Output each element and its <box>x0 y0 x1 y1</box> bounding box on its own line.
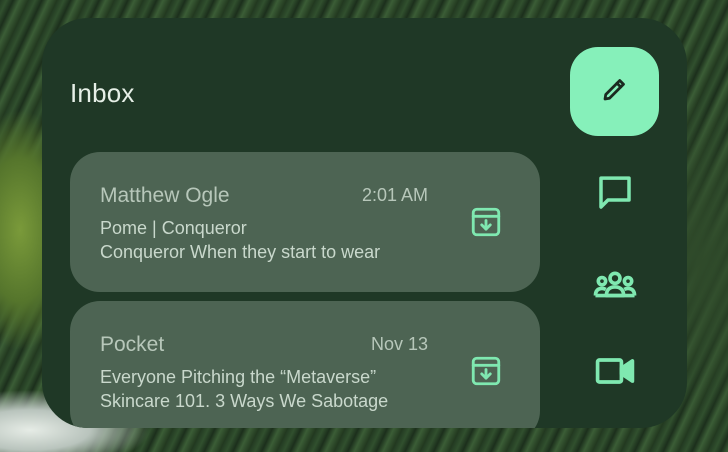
compose-button[interactable] <box>570 47 659 136</box>
archive-icon[interactable] <box>466 351 506 391</box>
inbox-widget: Inbox Matthew Ogle 2:01 AM Pome | Conque… <box>42 18 687 428</box>
spaces-button[interactable] <box>590 262 640 312</box>
chat-button[interactable] <box>590 170 640 220</box>
meet-button[interactable] <box>590 348 640 398</box>
video-camera-icon <box>593 349 637 398</box>
email-snippet: Conqueror When they start to wear <box>100 242 381 262</box>
email-subject: Pome | Conqueror <box>100 218 247 238</box>
email-sender: Pocket <box>100 333 165 356</box>
chat-bubble-icon <box>594 172 636 219</box>
pencil-icon <box>600 74 630 109</box>
email-sender: Matthew Ogle <box>100 184 230 207</box>
email-snippet: Skincare 101. 3 Ways We Sabotage <box>100 391 389 411</box>
archive-icon[interactable] <box>466 202 506 242</box>
email-item[interactable]: Pocket Nov 13 Everyone Pitching the “Met… <box>70 301 540 428</box>
group-icon <box>592 262 638 313</box>
email-time: Nov 13 <box>370 334 428 354</box>
email-time: 2:01 AM <box>361 185 428 205</box>
email-subject: Everyone Pitching the “Metaverse” <box>100 367 377 387</box>
email-item[interactable]: Matthew Ogle 2:01 AM Pome | Conqueror Co… <box>70 152 540 292</box>
widget-title[interactable]: Inbox <box>70 78 135 109</box>
